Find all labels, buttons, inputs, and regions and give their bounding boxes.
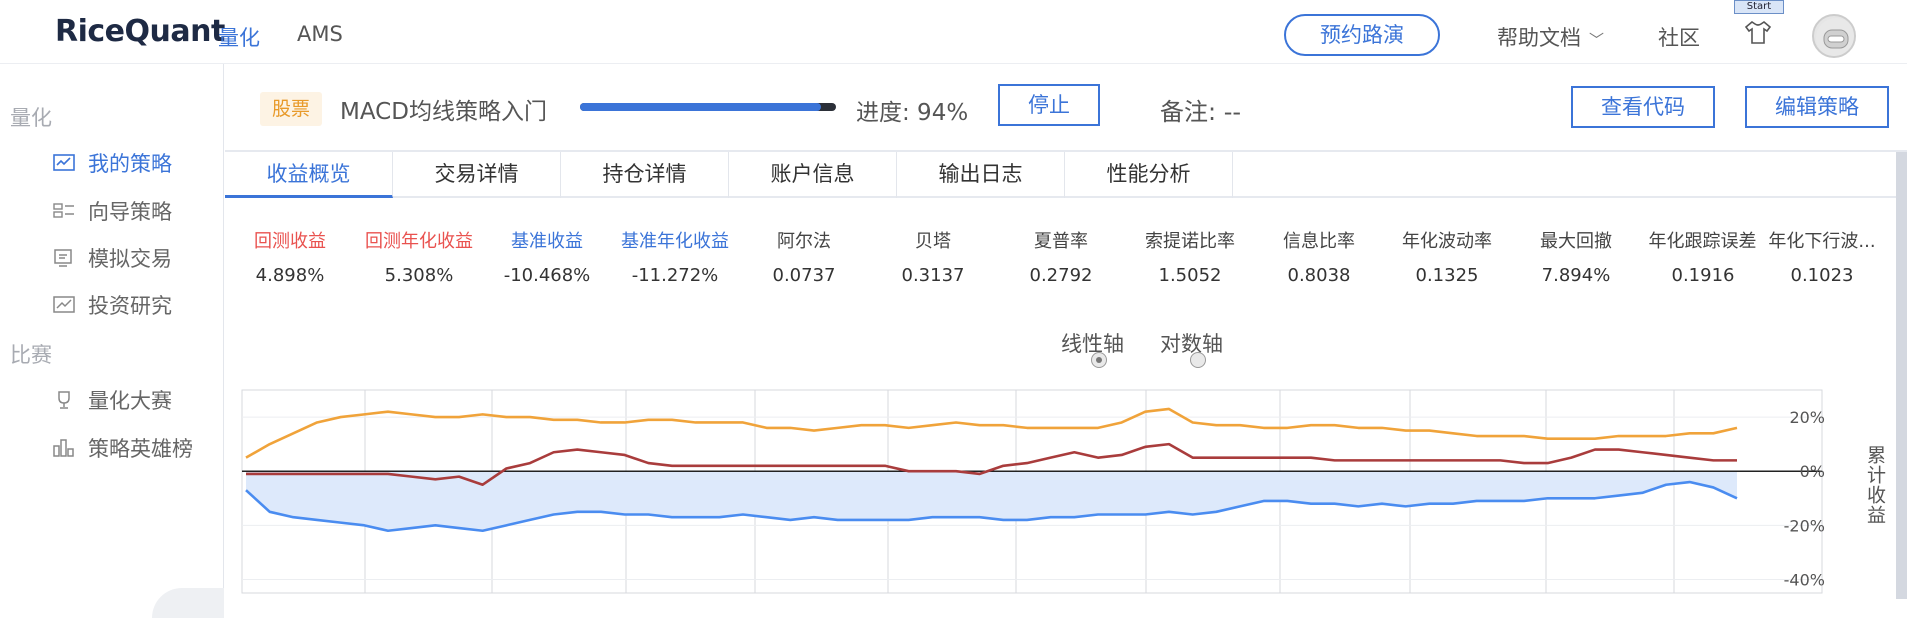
metric-value: 1.5052	[1158, 265, 1222, 286]
sidebar-item-label: 量化大赛	[88, 389, 172, 413]
metric-label: 阿尔法	[777, 231, 831, 252]
metric-value: 0.0737	[772, 265, 836, 286]
tab-trade-details[interactable]: 交易详情	[393, 152, 561, 198]
progress-fill	[580, 103, 821, 111]
stock-tag: 股票	[260, 92, 322, 126]
page-scrollbar[interactable]	[1896, 152, 1907, 599]
series-line	[245, 407, 1738, 459]
metric-label: 信息比率	[1283, 231, 1355, 252]
stop-button[interactable]: 停止	[998, 84, 1100, 126]
edit-strategy-button[interactable]: 编辑策略	[1745, 86, 1889, 128]
sidebar-item-label: 我的策略	[88, 152, 172, 176]
y-tick-label: 0%	[1800, 462, 1825, 481]
nav-community[interactable]: 社区	[1658, 22, 1700, 52]
metric-value: 4.898%	[255, 265, 325, 286]
sidebar-group-quant: 量化	[10, 106, 52, 130]
metric-value: 0.1023	[1790, 265, 1854, 286]
sidebar: 量化 我的策略 向导策略 模拟交易 投资研究 比赛 量化大赛 策略英雄榜	[0, 64, 224, 618]
y-axis-title: 累计收益	[1864, 445, 1886, 525]
nav-ams[interactable]: AMS	[297, 22, 343, 46]
linear-axis-radio[interactable]	[1091, 352, 1107, 368]
metric-value: 0.3137	[901, 265, 965, 286]
sidebar-item-label: 模拟交易	[88, 247, 172, 271]
result-tabs: 收益概览 交易详情 持仓详情 账户信息 输出日志 性能分析	[225, 152, 1897, 198]
trophy-icon	[58, 391, 70, 409]
sidebar-collapse-handle[interactable]	[152, 588, 224, 618]
metric-value: 0.2792	[1029, 265, 1093, 286]
help-docs-menu[interactable]: 帮助文档 ﹀	[1497, 22, 1604, 52]
strategy-header: 股票 MACD均线策略入门 进度: 94% 停止 备注: -- 查看代码 编辑策…	[225, 64, 1907, 152]
book-demo-button[interactable]: 预约路演	[1284, 14, 1440, 56]
metric-value: 7.894%	[1541, 265, 1611, 286]
progress-text: 进度: 94%	[856, 100, 969, 126]
start-tag[interactable]: Start	[1734, 0, 1784, 14]
avatar-image-icon	[1816, 18, 1854, 56]
top-navbar: RiceQuant 量化 AMS 预约路演 帮助文档 ﹀ 社区 Start	[0, 0, 1907, 64]
ricequant-logo[interactable]: RiceQuant	[55, 14, 225, 49]
metric-label: 年化波动率	[1402, 231, 1492, 252]
metric-label: 年化下行波...	[1768, 231, 1876, 252]
metric-label: 基准收益	[511, 231, 583, 252]
y-tick-label: -20%	[1784, 516, 1825, 535]
sidebar-item-my-strategies[interactable]: 我的策略	[52, 148, 172, 178]
metric-value: 0.1916	[1671, 265, 1735, 286]
metric-value: -11.272%	[631, 265, 719, 286]
tab-performance[interactable]: 性能分析	[1065, 152, 1233, 198]
metric-label: 回测年化收益	[365, 231, 473, 252]
leaderboard-icon	[53, 439, 74, 457]
metric-label: 夏普率	[1034, 231, 1088, 252]
research-chart-icon	[53, 296, 75, 313]
sidebar-item-label: 向导策略	[88, 200, 172, 224]
metric-label: 最大回撤	[1540, 231, 1612, 252]
chevron-down-icon: ﹀	[1589, 31, 1605, 49]
sidebar-group-competition: 比赛	[10, 343, 52, 367]
sidebar-item-guided-strategies[interactable]: 向导策略	[52, 196, 172, 226]
cumulative-return-chart: 20% 0% -20% -40%	[241, 389, 1825, 594]
tab-overview[interactable]: 收益概览	[225, 152, 393, 198]
chart-window-icon	[53, 154, 75, 171]
tshirt-icon[interactable]	[1744, 18, 1772, 46]
tab-output-log[interactable]: 输出日志	[897, 152, 1065, 198]
sidebar-item-leaderboard[interactable]: 策略英雄榜	[52, 433, 193, 463]
metric-value: 0.1325	[1415, 265, 1479, 286]
sidebar-item-research[interactable]: 投资研究	[52, 290, 172, 320]
tab-account-info[interactable]: 账户信息	[729, 152, 897, 198]
sidebar-item-label: 策略英雄榜	[88, 437, 193, 461]
user-avatar[interactable]	[1812, 14, 1856, 58]
strategy-note: 备注: --	[1160, 98, 1242, 126]
metric-label: 贝塔	[915, 231, 951, 252]
sidebar-item-label: 投资研究	[88, 294, 172, 318]
sidebar-item-paper-trading[interactable]: 模拟交易	[52, 243, 172, 273]
metric-value: 0.8038	[1287, 265, 1351, 286]
guide-icon	[53, 203, 74, 218]
tab-position-details[interactable]: 持仓详情	[561, 152, 729, 198]
metric-label: 年化跟踪误差	[1648, 231, 1757, 252]
y-tick-label: 20%	[1789, 408, 1825, 427]
metric-value: -10.468%	[503, 265, 591, 286]
metric-label: 基准年化收益	[621, 231, 729, 252]
view-code-button[interactable]: 查看代码	[1571, 86, 1715, 128]
nav-quant[interactable]: 量化	[218, 22, 260, 52]
help-docs-label: 帮助文档	[1497, 26, 1581, 50]
log-axis-radio[interactable]	[1190, 352, 1206, 368]
progress-bar	[580, 103, 836, 111]
sidebar-item-competition[interactable]: 量化大赛	[52, 385, 172, 415]
metric-label: 回测收益	[254, 231, 326, 252]
monitor-icon	[54, 249, 72, 267]
strategy-name: MACD均线策略入门	[340, 99, 547, 125]
metric-value: 5.308%	[384, 265, 454, 286]
y-tick-label: -40%	[1784, 570, 1825, 589]
metric-label: 索提诺比率	[1145, 231, 1235, 252]
